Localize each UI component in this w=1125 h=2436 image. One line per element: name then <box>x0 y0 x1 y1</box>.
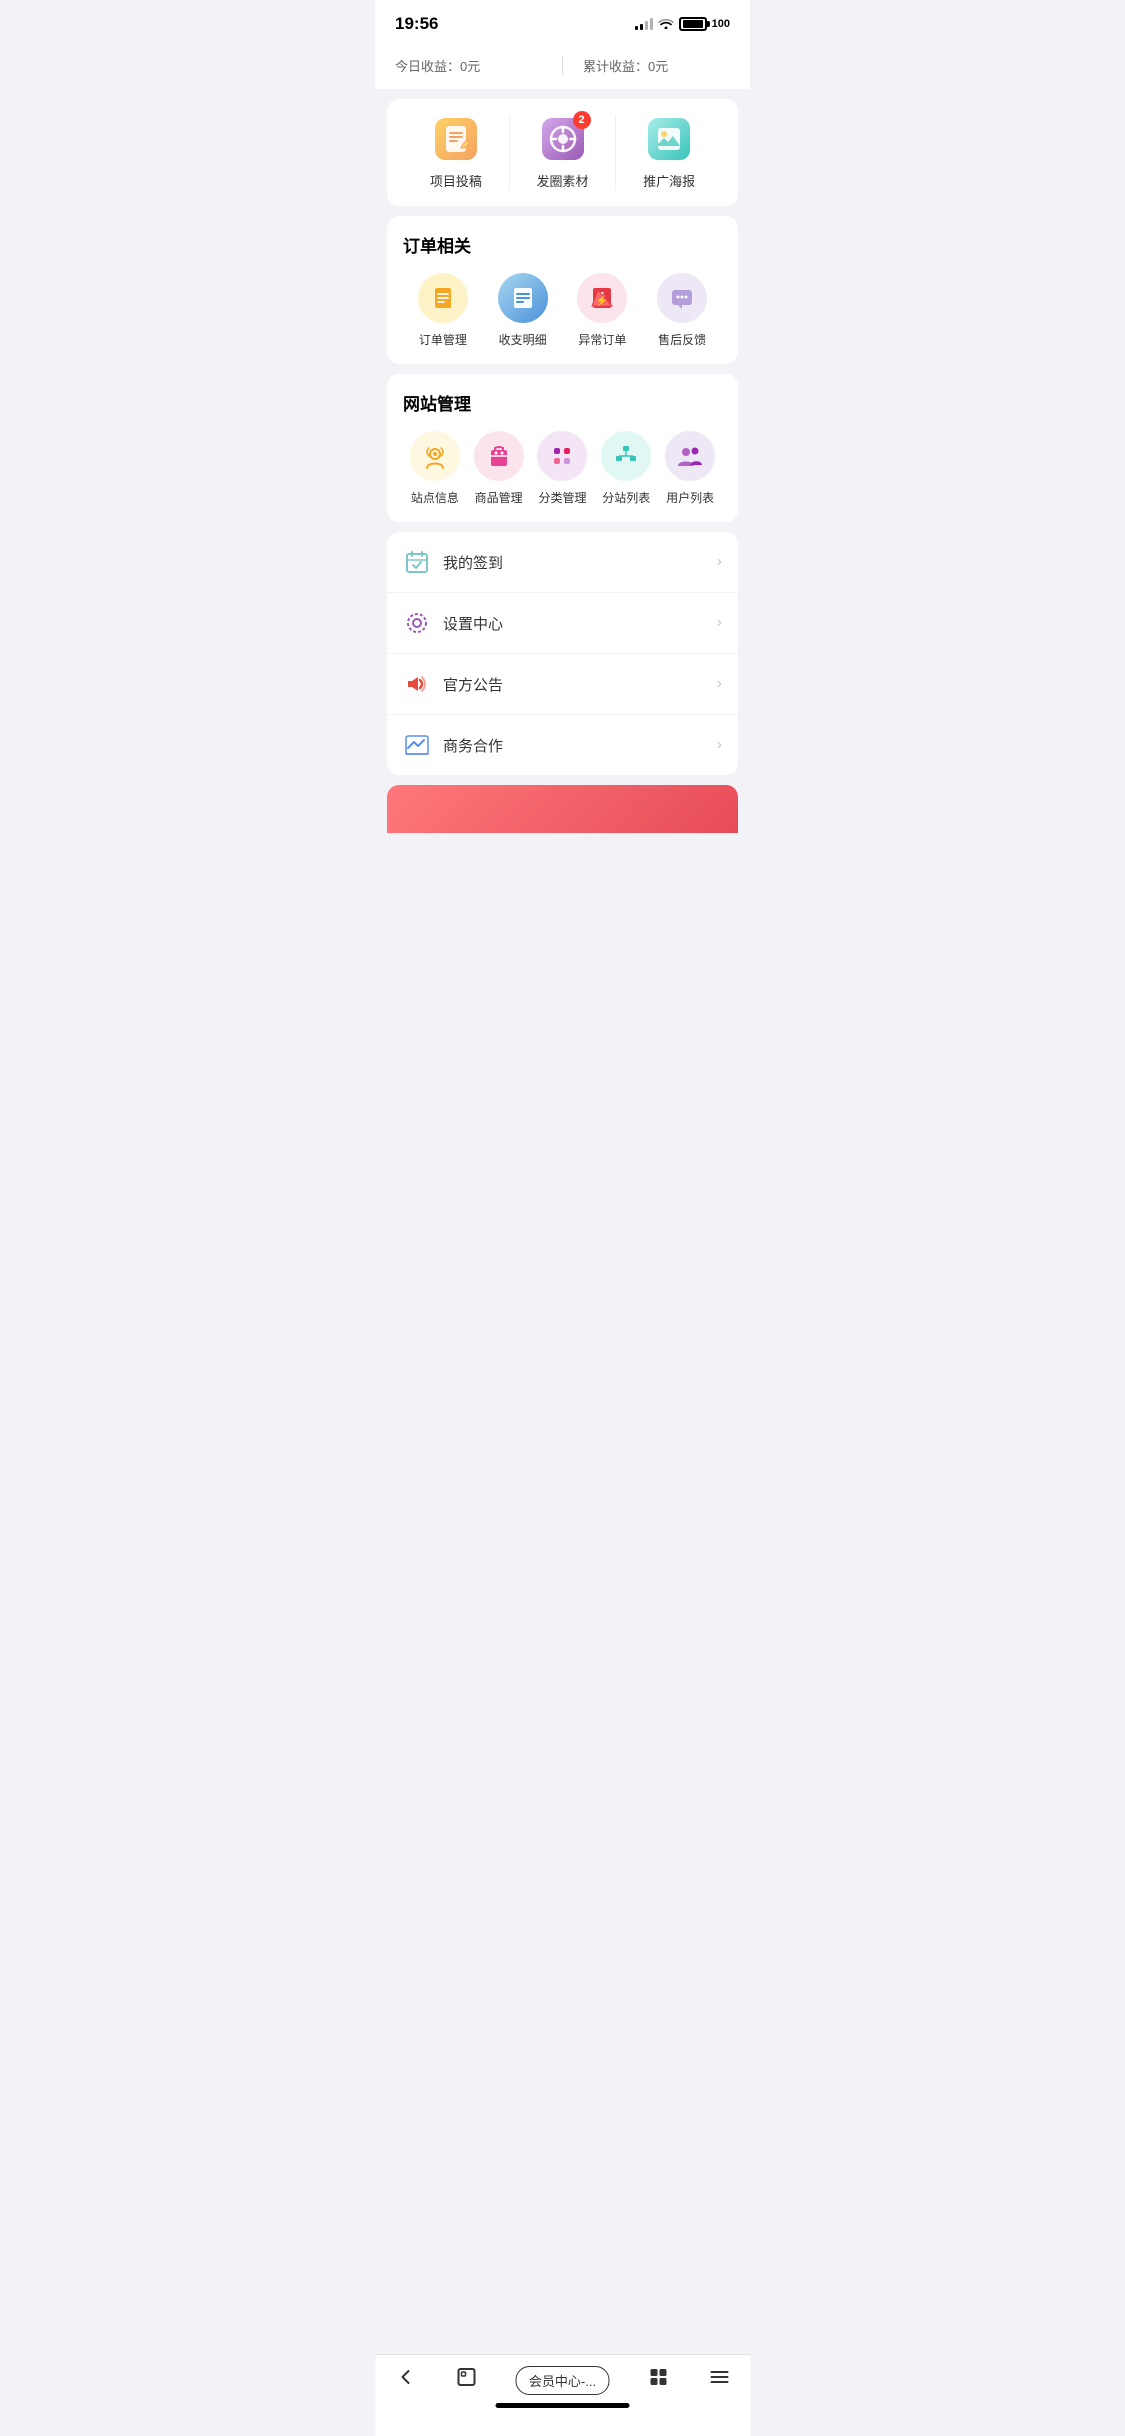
tab-label-text: 会员中心-... <box>516 2366 609 2395</box>
site-section-card: 网站管理 站点信息 <box>387 374 738 522</box>
bottom-nav-row: 会员中心-... <box>375 2365 750 2395</box>
menu-list: 我的签到 › 设置中心 › <box>387 532 738 775</box>
checkin-chevron: › <box>717 553 722 571</box>
battery-icon <box>679 17 707 31</box>
order-icon-grid: 订单管理 收支明细 <box>403 273 722 348</box>
bottom-cta-hint[interactable] <box>387 785 738 833</box>
abnormal-icon: ⚡ <box>577 273 627 323</box>
subsite-item[interactable]: 分站列表 <box>601 431 651 506</box>
abnormal-label: 异常订单 <box>578 331 626 348</box>
status-time: 19:56 <box>395 14 438 34</box>
business-icon <box>403 731 431 759</box>
quick-action-poster[interactable]: 推广海报 <box>616 115 722 190</box>
feedback-item[interactable]: 售后反馈 <box>657 273 707 348</box>
today-value: 0元 <box>460 59 480 74</box>
earnings-bar: 今日收益：0元 累计收益：0元 <box>375 42 750 89</box>
menu-announcement-left: 官方公告 <box>403 670 503 698</box>
menu-business[interactable]: 商务合作 › <box>387 715 738 775</box>
subsite-label: 分站列表 <box>602 489 650 506</box>
total-value: 0元 <box>648 59 668 74</box>
back-button[interactable] <box>394 2365 418 2395</box>
subsite-icon <box>601 431 651 481</box>
quick-actions-row: 项目投稿 2 <box>403 115 722 190</box>
svg-text:⚡: ⚡ <box>596 294 608 307</box>
income-icon <box>498 273 548 323</box>
menu-icon <box>707 2365 731 2395</box>
bottom-nav: 会员中心-... <box>375 2354 750 2436</box>
order-mgmt-item[interactable]: 订单管理 <box>418 273 468 348</box>
category-item[interactable]: 分类管理 <box>537 431 587 506</box>
menu-checkin-left: 我的签到 <box>403 548 503 576</box>
category-label: 分类管理 <box>538 489 586 506</box>
order-section-title: 订单相关 <box>403 232 722 257</box>
quick-action-project[interactable]: 项目投稿 <box>403 115 510 190</box>
checkin-label: 我的签到 <box>443 552 503 573</box>
home-indicator <box>496 2403 630 2408</box>
feedback-icon <box>657 273 707 323</box>
announcement-chevron: › <box>717 675 722 693</box>
site-info-label: 站点信息 <box>411 489 459 506</box>
site-section-title: 网站管理 <box>403 390 722 415</box>
tab-label-button[interactable]: 会员中心-... <box>516 2366 609 2395</box>
quick-action-circle[interactable]: 2 <box>510 115 617 190</box>
menu-settings-left: 设置中心 <box>403 609 503 637</box>
settings-icon <box>403 609 431 637</box>
battery-label: 100 <box>712 18 730 30</box>
circle-label: 发圈素材 <box>537 171 589 190</box>
product-item[interactable]: 商品管理 <box>474 431 524 506</box>
circle-icon: 2 <box>539 115 587 163</box>
product-icon <box>474 431 524 481</box>
project-label: 项目投稿 <box>430 171 482 190</box>
order-mgmt-icon <box>418 273 468 323</box>
quick-actions-card: 项目投稿 2 <box>387 99 738 206</box>
total-earnings: 累计收益：0元 <box>563 56 730 75</box>
total-label: 累计收益： <box>583 59 648 74</box>
today-earnings: 今日收益：0元 <box>395 56 563 75</box>
menu-button[interactable] <box>707 2365 731 2395</box>
site-icon-grid: 站点信息 商品管理 <box>403 431 722 506</box>
business-label: 商务合作 <box>443 735 503 756</box>
project-icon <box>432 115 480 163</box>
status-icons: 100 <box>635 17 730 32</box>
settings-label: 设置中心 <box>443 613 503 634</box>
order-mgmt-label: 订单管理 <box>419 331 467 348</box>
back-icon <box>394 2365 418 2395</box>
abnormal-item[interactable]: ⚡ 异常订单 <box>577 273 627 348</box>
grid-button[interactable] <box>646 2365 670 2395</box>
menu-checkin[interactable]: 我的签到 › <box>387 532 738 593</box>
order-section-card: 订单相关 订单管理 <box>387 216 738 364</box>
poster-label: 推广海报 <box>643 171 695 190</box>
settings-chevron: › <box>717 614 722 632</box>
menu-announcement[interactable]: 官方公告 › <box>387 654 738 715</box>
users-label: 用户列表 <box>666 489 714 506</box>
product-label: 商品管理 <box>475 489 523 506</box>
category-icon <box>537 431 587 481</box>
announcement-label: 官方公告 <box>443 674 503 695</box>
wifi-icon <box>658 17 674 32</box>
users-icon <box>665 431 715 481</box>
grid-icon <box>646 2365 670 2395</box>
signal-icon <box>635 18 653 30</box>
poster-icon <box>645 115 693 163</box>
circle-badge: 2 <box>573 111 591 129</box>
menu-settings[interactable]: 设置中心 › <box>387 593 738 654</box>
today-label: 今日收益： <box>395 59 460 74</box>
users-item[interactable]: 用户列表 <box>665 431 715 506</box>
menu-business-left: 商务合作 <box>403 731 503 759</box>
business-chevron: › <box>717 736 722 754</box>
checkin-icon <box>403 548 431 576</box>
announcement-icon <box>403 670 431 698</box>
window-icon <box>455 2365 479 2395</box>
status-bar: 19:56 100 <box>375 0 750 42</box>
site-info-item[interactable]: 站点信息 <box>410 431 460 506</box>
income-item[interactable]: 收支明细 <box>498 273 548 348</box>
window-button[interactable] <box>455 2365 479 2395</box>
site-info-icon <box>410 431 460 481</box>
income-label: 收支明细 <box>499 331 547 348</box>
feedback-label: 售后反馈 <box>658 331 706 348</box>
